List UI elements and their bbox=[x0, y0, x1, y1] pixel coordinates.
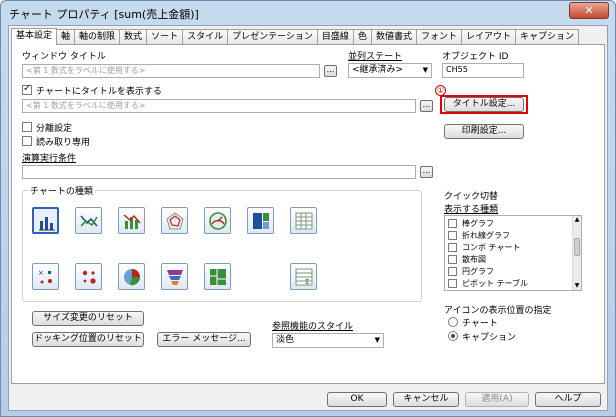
allowed-types-label: 表示する種類 bbox=[444, 205, 499, 215]
tab-general[interactable]: 基本設定 bbox=[11, 28, 58, 45]
tab-expressions[interactable]: 数式 bbox=[119, 29, 148, 45]
straight-table-icon[interactable]: Σ bbox=[290, 263, 317, 290]
apply-button[interactable]: 適用(A) bbox=[465, 392, 529, 407]
icon-position-chart-radio[interactable] bbox=[448, 317, 458, 327]
chart-properties-dialog: チャート プロパティ [sum(売上金額)] ✕ 基本設定 軸 軸の制限 数式 … bbox=[0, 0, 616, 417]
list-item-checkbox[interactable] bbox=[448, 231, 457, 240]
dialog-client-area: 基本設定 軸 軸の制限 数式 ソート スタイル プレゼンテーション 目盛線 色 … bbox=[8, 25, 608, 411]
bar-chart-icon[interactable] bbox=[32, 207, 59, 234]
scroll-up-icon[interactable]: ▲ bbox=[573, 216, 581, 224]
pie-chart-icon[interactable] bbox=[118, 263, 145, 290]
icon-position-caption-radio[interactable] bbox=[448, 331, 458, 341]
mekko-chart-icon[interactable] bbox=[204, 263, 231, 290]
window-title-expression-button[interactable]: ... bbox=[324, 65, 337, 77]
error-messages-button[interactable]: エラー メッセージ... bbox=[157, 332, 251, 347]
tab-style[interactable]: スタイル bbox=[182, 29, 229, 45]
close-button[interactable]: ✕ bbox=[569, 2, 609, 19]
calc-condition-label: 演算実行条件 bbox=[22, 154, 77, 164]
list-item-checkbox[interactable] bbox=[448, 267, 457, 276]
reference-style-label: 参照機能のスタイル bbox=[272, 322, 354, 332]
icon-position-caption-label: キャプション bbox=[462, 333, 517, 343]
title-bar: チャート プロパティ [sum(売上金額)] ✕ bbox=[1, 1, 615, 25]
tab-dimension-limits[interactable]: 軸の制限 bbox=[74, 29, 121, 45]
combo-chart-icon[interactable] bbox=[118, 207, 145, 234]
show-title-checkbox[interactable] bbox=[22, 83, 32, 95]
allowed-types-list: 棒グラフ 折れ線グラフ コンボ チャート 散布図 円グラフ ピボット テーブル … bbox=[444, 215, 582, 291]
reference-style-value: 淡色 bbox=[276, 335, 295, 345]
docking-reset-button[interactable]: ドッキング位置のリセット bbox=[32, 332, 144, 347]
scatter-chart-icon[interactable]: × bbox=[32, 263, 59, 290]
tab-strip: 基本設定 軸 軸の制限 数式 ソート スタイル プレゼンテーション 目盛線 色 … bbox=[11, 28, 580, 45]
tab-colors[interactable]: 色 bbox=[352, 29, 372, 45]
chevron-down-icon: ▼ bbox=[422, 66, 428, 74]
tab-presentation[interactable]: プレゼンテーション bbox=[227, 29, 318, 45]
chart-title-expression-button[interactable]: ... bbox=[420, 100, 433, 112]
block-chart-icon[interactable] bbox=[247, 207, 274, 234]
tab-caption[interactable]: キャプション bbox=[515, 29, 580, 45]
chart-type-group-label: チャートの種類 bbox=[28, 184, 95, 197]
read-only-label: 読み取り専用 bbox=[36, 138, 91, 148]
tab-font[interactable]: フォント bbox=[415, 29, 462, 45]
tab-number[interactable]: 数値書式 bbox=[370, 29, 417, 45]
tab-sort[interactable]: ソート bbox=[146, 29, 184, 45]
parallel-state-value: <継承済み> bbox=[352, 65, 404, 75]
scroll-thumb[interactable] bbox=[574, 238, 580, 256]
funnel-chart-icon[interactable] bbox=[161, 263, 188, 290]
chevron-down-icon: ▼ bbox=[374, 336, 380, 344]
list-item-checkbox[interactable] bbox=[448, 219, 457, 228]
size-reset-button[interactable]: サイズ変更のリセット bbox=[32, 311, 144, 326]
svg-text:Σ: Σ bbox=[305, 278, 309, 286]
reference-style-select[interactable]: 淡色 ▼ bbox=[272, 333, 384, 348]
window-title-label: ウィンドウ タイトル bbox=[22, 52, 106, 62]
calc-condition-expression-button[interactable]: ... bbox=[420, 166, 433, 178]
title-settings-button[interactable]: タイトル設定... bbox=[444, 97, 524, 112]
detached-checkbox[interactable] bbox=[22, 122, 32, 132]
read-only-checkbox[interactable] bbox=[22, 136, 32, 146]
pivot-table-icon[interactable] bbox=[290, 207, 317, 234]
tab-axes[interactable]: 目盛線 bbox=[316, 29, 354, 45]
object-id-label: オブジェクト ID bbox=[442, 52, 509, 62]
scroll-down-icon[interactable]: ▼ bbox=[573, 282, 581, 290]
line-chart-icon[interactable] bbox=[75, 207, 102, 234]
object-id-input[interactable]: CH55 bbox=[442, 63, 524, 78]
tab-dimensions[interactable]: 軸 bbox=[56, 29, 76, 45]
general-tab-panel: ウィンドウ タイトル <第 1 数式をラベルに使用する> ... 並列ステート … bbox=[11, 44, 605, 384]
cancel-button[interactable]: キャンセル bbox=[393, 392, 459, 407]
detached-label: 分離設定 bbox=[36, 124, 73, 134]
gauge-chart-icon[interactable] bbox=[204, 207, 231, 234]
icon-position-label: アイコンの表示位置の指定 bbox=[444, 306, 552, 316]
window-title: チャート プロパティ [sum(売上金額)] bbox=[9, 8, 199, 21]
ok-button[interactable]: OK bbox=[327, 392, 387, 407]
show-title-label: チャートにタイトルを表示する bbox=[36, 87, 162, 97]
parallel-state-label: 並列ステート bbox=[348, 52, 403, 62]
chart-title-input[interactable]: <第 1 数式をラベルに使用する> bbox=[22, 99, 416, 113]
tab-layout[interactable]: レイアウト bbox=[460, 29, 516, 45]
grid-chart-icon[interactable] bbox=[75, 263, 102, 290]
list-item-checkbox[interactable] bbox=[448, 255, 457, 264]
list-scrollbar[interactable]: ▲ ▼ bbox=[572, 216, 581, 290]
quick-change-label: クイック切替 bbox=[444, 192, 499, 202]
list-item-checkbox[interactable] bbox=[448, 279, 457, 288]
help-button[interactable]: ヘルプ bbox=[535, 392, 601, 407]
icon-position-chart-label: チャート bbox=[462, 319, 498, 329]
list-item-checkbox[interactable] bbox=[448, 243, 457, 252]
print-settings-button[interactable]: 印刷設定... bbox=[444, 124, 524, 139]
svg-text:×: × bbox=[38, 269, 44, 277]
radar-chart-icon[interactable] bbox=[161, 207, 188, 234]
window-title-input[interactable]: <第 1 数式をラベルに使用する> bbox=[22, 64, 320, 78]
parallel-state-select[interactable]: <継承済み> ▼ bbox=[348, 63, 432, 78]
calc-condition-input[interactable] bbox=[22, 165, 416, 179]
